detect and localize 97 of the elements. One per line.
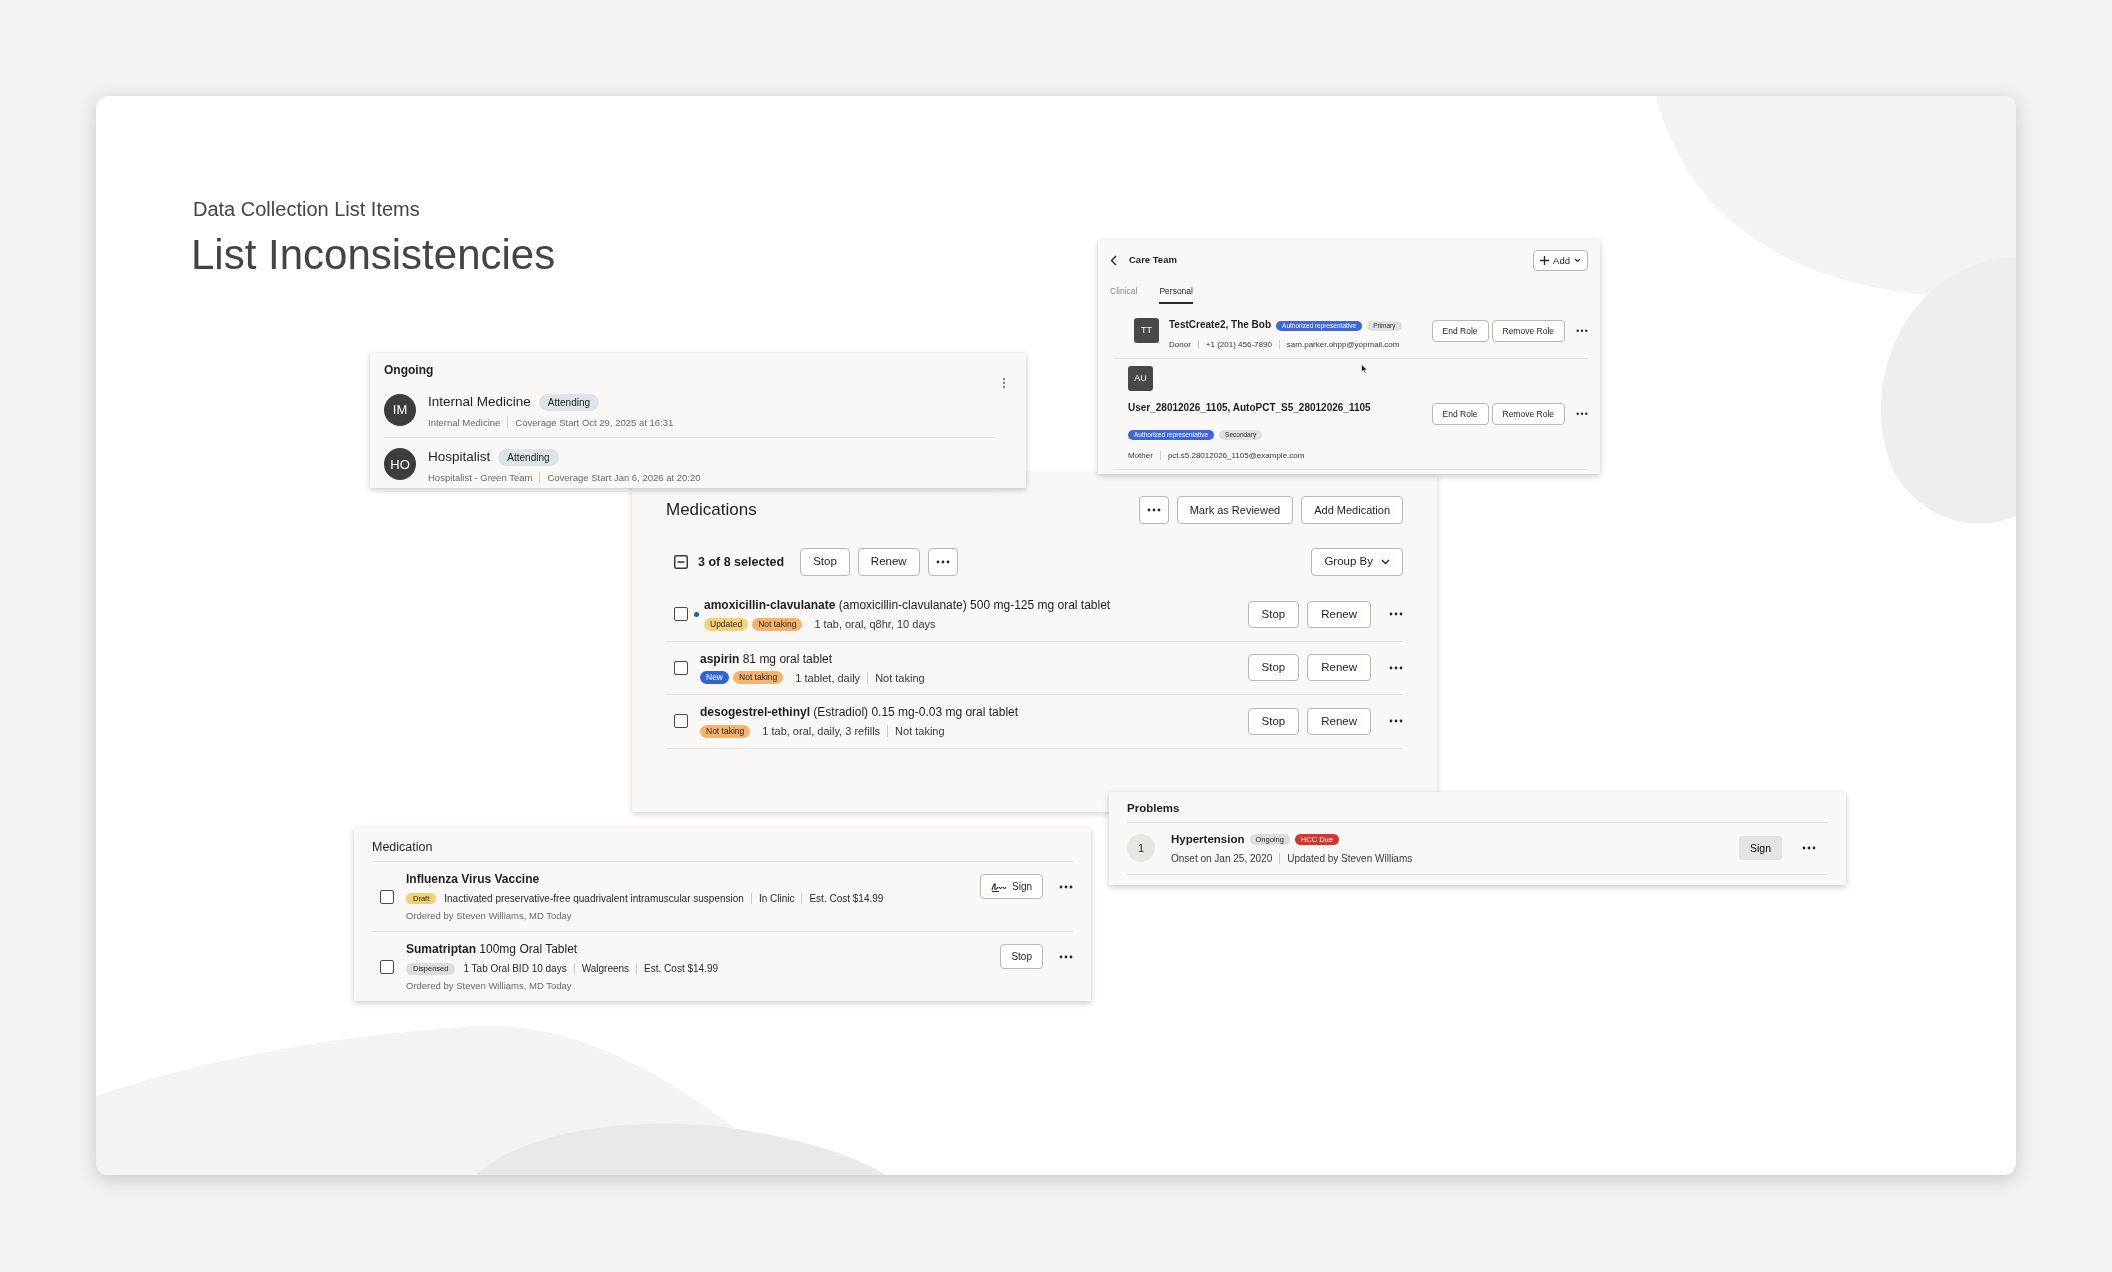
more-icon[interactable]	[1389, 612, 1403, 617]
role-button[interactable]: Remove Role	[1491, 319, 1565, 342]
detail-text: 1 tab, oral, q8hr, 10 days	[814, 618, 936, 630]
more-icon[interactable]	[1059, 884, 1073, 889]
more-icon[interactable]	[1576, 329, 1588, 333]
status-tag: Not taking	[752, 617, 803, 631]
detail-text: 1 tablet, daily	[795, 671, 861, 684]
detail-text: Inactivated preservative-free quadrivalent intramuscular suspension	[444, 893, 744, 904]
member-name: TestCreate2, The Bob	[1169, 318, 1272, 330]
detail-text: sam.parker.ohpp@yopmail.com	[1278, 339, 1400, 349]
detail-text: Donor	[1169, 339, 1191, 349]
detail-text: Walgreens	[573, 963, 630, 975]
medication-name: desogestrel-ethinyl (Estradiol) 0.15 mg-0.03 mg oral tablet	[700, 704, 1019, 721]
ordered-by-text: Ordered by Steven Williams, MD Today	[406, 909, 573, 923]
checkbox[interactable]	[380, 889, 394, 904]
role-badge: Attending	[538, 394, 600, 412]
detail-text: Coverage Start Oct 29, 2025 at 16:31	[507, 417, 674, 429]
avatar: AU	[1128, 365, 1153, 391]
panel-title: Care Team	[1129, 253, 1177, 268]
detail-text: Internal Medicine	[428, 417, 501, 429]
caret-icon	[1574, 258, 1581, 263]
avatar: IM	[384, 394, 416, 426]
more-icon[interactable]	[1389, 719, 1403, 724]
row-button[interactable]: Stop	[1247, 654, 1300, 682]
detail-text: Mother	[1128, 450, 1153, 460]
row-button[interactable]: Renew	[1307, 600, 1371, 628]
row-button[interactable]: Renew	[1307, 707, 1371, 735]
more-icon[interactable]	[1059, 954, 1073, 959]
header-button[interactable]: Add Medication	[1301, 496, 1403, 524]
medication-name: Influenza Virus Vaccine	[406, 871, 541, 888]
detail-text: Est. Cost $14.99	[636, 963, 719, 975]
detail-text: In Clinic	[750, 893, 795, 904]
more-icon[interactable]	[1802, 846, 1816, 851]
caret-icon	[1381, 559, 1390, 565]
item-title: Internal Medicine	[428, 394, 531, 410]
group-by-dropdown[interactable]: Group By	[1311, 548, 1403, 576]
signature-icon	[991, 881, 1007, 892]
header-button[interactable]: Mark as Reviewed	[1176, 496, 1294, 524]
cursor-icon	[1361, 364, 1368, 374]
avatar: HO	[384, 448, 416, 481]
detail-text: Onset on Jan 25, 2020	[1171, 853, 1273, 865]
more-icon	[935, 560, 950, 564]
section-title: Medication	[372, 840, 434, 855]
medication-name: amoxicillin-clavulanate (amoxicillin-clavulanate) 500 mg-125 mg oral tablet	[704, 597, 1111, 614]
section-title: Ongoing	[384, 363, 435, 378]
row-button[interactable]: Renew	[1307, 654, 1371, 682]
detail-text: Not taking	[887, 725, 945, 737]
more-icon	[1146, 508, 1161, 512]
role-button[interactable]: Remove Role	[1491, 402, 1565, 425]
detail-text: +1 (201) 456-7890	[1197, 339, 1272, 349]
checkbox[interactable]	[674, 714, 688, 729]
detail-text: 1 tab, oral, daily, 3 refills	[762, 725, 881, 737]
role-badge: Attending	[498, 448, 559, 466]
slide-title: List Inconsistencies	[191, 230, 556, 280]
problem-name: Hypertension	[1171, 831, 1245, 847]
toolbar-button[interactable]: Renew	[857, 548, 920, 576]
back-icon[interactable]	[1110, 255, 1117, 266]
role-button[interactable]: End Role	[1431, 319, 1489, 342]
item-title: Hospitalist	[428, 448, 491, 464]
avatar: TT	[1134, 318, 1159, 344]
toolbar-button[interactable]: Stop	[800, 548, 850, 576]
role-button[interactable]: End Role	[1431, 402, 1489, 425]
detail-text: Updated by Steven Williams	[1279, 853, 1413, 865]
selection-count: 3 of 8 selected	[698, 553, 785, 571]
section-title: Medications	[666, 499, 757, 521]
detail-text: Coverage Start Jan 6, 2026 at 20:20	[539, 471, 701, 483]
detail-text: Est. Cost $14.99	[801, 893, 884, 904]
status-tag: New	[700, 671, 729, 685]
number-badge: 1	[1127, 834, 1155, 863]
section-title: Problems	[1127, 802, 1181, 816]
checkbox[interactable]	[380, 959, 394, 974]
checkbox[interactable]	[674, 607, 688, 622]
slide-subtitle: Data Collection List Items	[193, 197, 420, 222]
action-button[interactable]: Sign	[980, 874, 1043, 899]
action-button[interactable]: Stop	[1000, 944, 1043, 970]
member-name: User_28012026_1105, AutoPCT_S5_28012026_1105	[1128, 401, 1371, 413]
ordered-by-text: Ordered by Steven Williams, MD Today	[406, 979, 573, 994]
more-icon[interactable]	[1576, 412, 1588, 416]
medication-name: aspirin 81 mg oral tablet	[700, 650, 834, 668]
status-tag: Not taking	[700, 724, 751, 738]
more-icon[interactable]	[1389, 665, 1403, 670]
tab[interactable]: Clinical	[1110, 285, 1138, 304]
detail-text: Hospitalist - Green Team	[428, 471, 533, 483]
status-tag: Updated	[704, 617, 749, 631]
add-button[interactable]: Add	[1533, 250, 1588, 271]
detail-text: 1 Tab Oral BID 10 days	[463, 963, 567, 975]
row-button[interactable]: Stop	[1247, 707, 1300, 735]
select-all-checkbox[interactable]	[674, 555, 688, 569]
status-tag: Not taking	[733, 671, 784, 685]
checkbox[interactable]	[674, 660, 688, 675]
sign-button[interactable]: Sign	[1739, 836, 1782, 861]
medication-name: Sumatriptan 100mg Oral Tablet	[406, 941, 579, 959]
row-button[interactable]: Stop	[1247, 600, 1300, 628]
detail-text: pct.s5.28012026_1105@example.com	[1159, 450, 1305, 460]
tab[interactable]: Personal	[1159, 285, 1193, 304]
detail-text: Not taking	[867, 671, 925, 684]
plus-icon	[1540, 256, 1550, 265]
